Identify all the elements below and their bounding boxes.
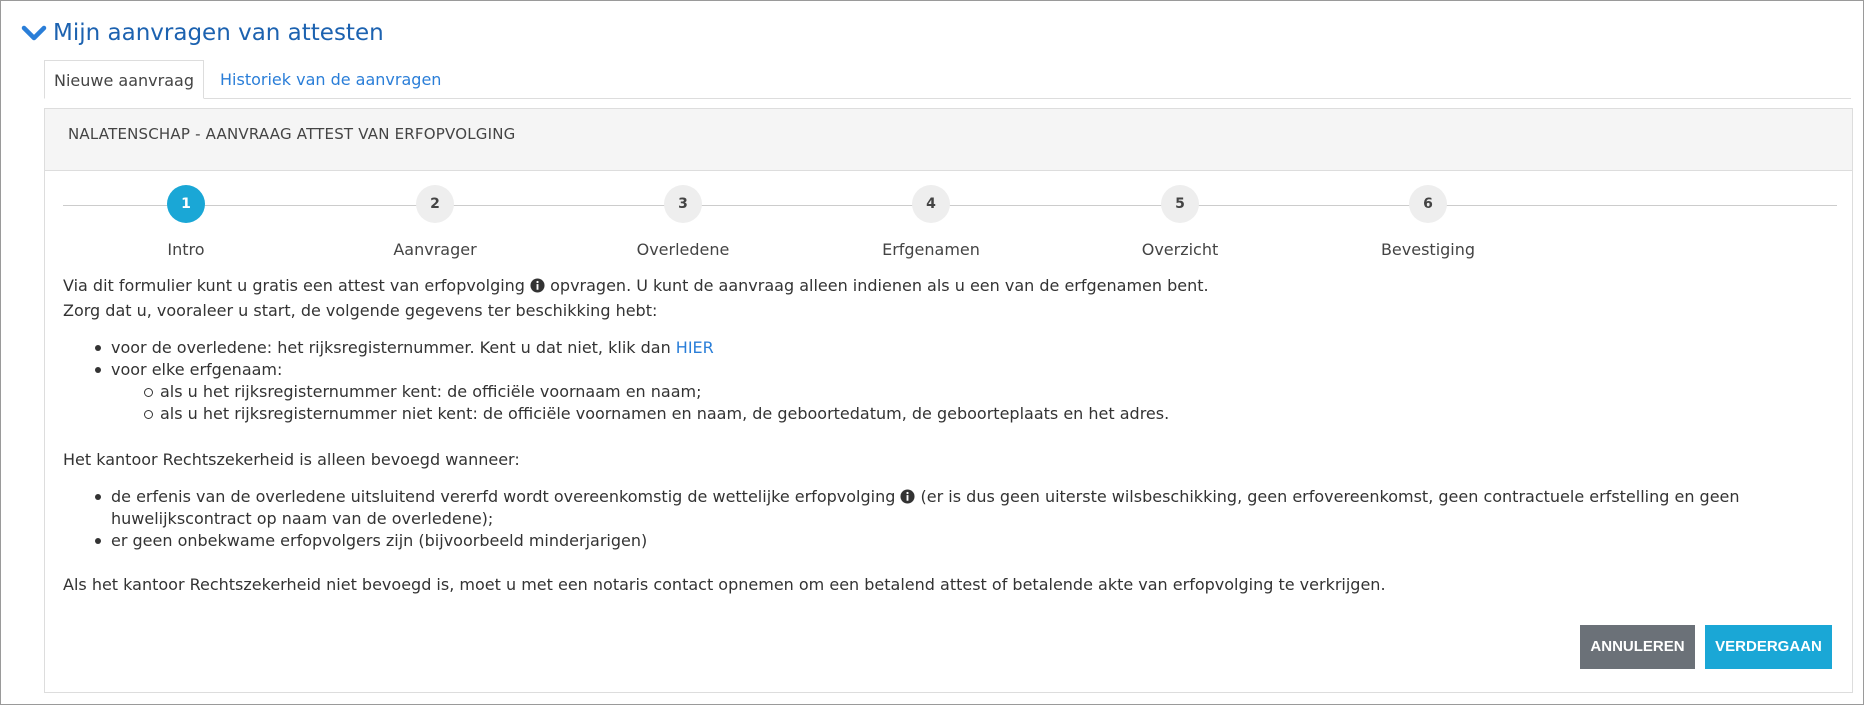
list-item: voor de overledene: het rijksregisternum… — [95, 337, 1839, 359]
prerequisites-intro: Zorg dat u, vooraleer u start, de volgen… — [63, 301, 658, 320]
page-title: Mijn aanvragen van attesten — [53, 20, 384, 46]
section-toggle[interactable]: Mijn aanvragen van attesten — [21, 15, 384, 51]
list-item-text: voor elke erfgenaam: — [111, 360, 283, 379]
here-link[interactable]: HIER — [676, 338, 714, 357]
page-frame: Mijn aanvragen van attesten Nieuwe aanvr… — [0, 0, 1864, 705]
step-number: 5 — [1161, 185, 1199, 223]
intro-paragraph: Via dit formulier kunt u gratis een atte… — [63, 273, 1839, 298]
panel-title: NALATENSCHAP - AANVRAAG ATTEST VAN ERFOP… — [45, 109, 1852, 171]
step-aanvrager: 2 Aanvrager — [335, 185, 535, 259]
tab-bar: Nieuwe aanvraag Historiek van de aanvrag… — [44, 60, 1851, 99]
step-overzicht: 5 Overzicht — [1080, 185, 1280, 259]
step-label: Overzicht — [1141, 240, 1219, 259]
list-item: als u het rijksregisternummer kent: de o… — [144, 381, 1839, 403]
step-overledene: 3 Overledene — [583, 185, 783, 259]
step-number: 1 — [167, 185, 205, 223]
competence-intro: Het kantoor Rechtszekerheid is alleen be… — [63, 450, 520, 469]
request-panel: NALATENSCHAP - AANVRAAG ATTEST VAN ERFOP… — [44, 108, 1853, 693]
list-item-text: de erfenis van de overledene uitsluitend… — [111, 487, 901, 506]
step-bevestiging: 6 Bevestiging — [1328, 185, 1528, 259]
step-number: 4 — [912, 185, 950, 223]
info-icon[interactable] — [900, 489, 915, 504]
list-item: de erfenis van de overledene uitsluitend… — [95, 486, 1839, 530]
chevron-down-icon — [21, 25, 47, 41]
list-item-text: voor de overledene: het rijksregisternum… — [111, 338, 676, 357]
step-erfgenamen: 4 Erfgenamen — [831, 185, 1031, 259]
info-icon[interactable] — [530, 278, 545, 293]
tab-request-history[interactable]: Historiek van de aanvragen — [204, 60, 457, 99]
heir-sublist: als u het rijksregisternummer kent: de o… — [111, 381, 1839, 425]
list-item: er geen onbekwame erfopvolgers zijn (bij… — [95, 530, 1839, 552]
step-intro: 1 Intro — [86, 185, 286, 259]
list-item: als u het rijksregisternummer niet kent:… — [144, 403, 1839, 425]
prerequisites-list: voor de overledene: het rijksregisternum… — [63, 337, 1839, 425]
list-item: voor elke erfgenaam: als u het rijksregi… — [95, 359, 1839, 425]
step-label: Overledene — [636, 240, 730, 259]
competence-list: de erfenis van de overledene uitsluitend… — [63, 486, 1839, 552]
cancel-button[interactable]: ANNULEREN — [1580, 625, 1695, 669]
step-label: Aanvrager — [393, 240, 477, 259]
intro-content: Via dit formulier kunt u gratis een atte… — [63, 273, 1839, 597]
step-number: 3 — [664, 185, 702, 223]
step-label: Intro — [167, 240, 205, 259]
continue-button[interactable]: VERDERGAAN — [1705, 625, 1832, 669]
wizard-stepper: 1 Intro 2 Aanvrager 3 Overledene 4 Erfge… — [63, 175, 1837, 265]
step-number: 2 — [416, 185, 454, 223]
step-number: 6 — [1409, 185, 1447, 223]
step-label: Bevestiging — [1380, 240, 1476, 259]
intro-text: opvragen. U kunt de aanvraag alleen indi… — [545, 276, 1209, 295]
tab-new-request[interactable]: Nieuwe aanvraag — [44, 60, 204, 99]
intro-text: Via dit formulier kunt u gratis een atte… — [63, 276, 531, 295]
notary-note: Als het kantoor Rechtszekerheid niet bev… — [63, 575, 1386, 594]
step-label: Erfgenamen — [882, 240, 980, 259]
